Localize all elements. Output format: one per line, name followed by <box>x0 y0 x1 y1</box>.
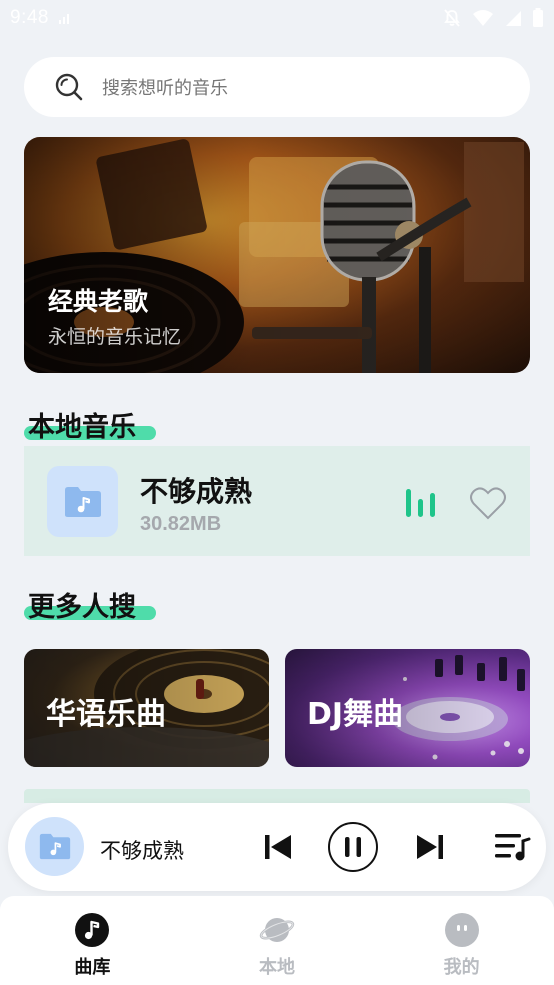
skip-previous-icon <box>265 835 291 859</box>
signal-bars-icon <box>58 12 69 24</box>
cell-signal-icon <box>506 11 521 26</box>
status-bar: 9:48 <box>0 0 554 36</box>
next-button[interactable] <box>416 833 444 861</box>
status-time: 9:48 <box>10 7 49 28</box>
status-icons <box>442 8 544 28</box>
player-track-title: 不够成熟 <box>100 839 184 863</box>
nav-tab-mine[interactable]: 我的 <box>369 896 554 985</box>
track-size: 30.82MB <box>140 513 222 535</box>
previous-button[interactable] <box>264 833 292 861</box>
nav-label: 曲库 <box>74 957 111 978</box>
nav-tab-local[interactable]: 本地 <box>185 896 370 985</box>
search-icon <box>55 73 83 101</box>
playlist-icon <box>495 834 531 861</box>
local-music-heading: 本地音乐 <box>28 412 136 443</box>
nav-tab-library[interactable]: 曲库 <box>0 896 185 985</box>
music-folder-icon <box>39 833 70 860</box>
genre-tile-label: DJ舞曲 <box>307 697 404 732</box>
equalizer-icon <box>406 489 435 517</box>
genre-tile-chinese-songs[interactable]: 华语乐曲 <box>24 649 269 767</box>
bottom-navigation: 曲库 本地 我的 <box>0 896 554 985</box>
track-name: 不够成熟 <box>140 475 253 508</box>
search-bar[interactable]: 搜索想听的音乐 <box>24 57 530 117</box>
planet-icon <box>259 918 295 942</box>
skip-next-icon <box>417 835 443 859</box>
nav-label: 本地 <box>259 957 295 978</box>
mute-icon <box>444 9 460 27</box>
mini-player[interactable]: 不够成熟 <box>8 803 546 891</box>
featured-banner-classic-songs[interactable]: 经典老歌 永恒的音乐记忆 <box>24 137 530 373</box>
local-track-card[interactable]: 不够成熟 30.82MB <box>24 446 530 556</box>
player-thumbnail <box>25 817 84 876</box>
playlist-button[interactable] <box>492 831 532 863</box>
next-card-peek <box>24 789 530 803</box>
search-placeholder: 搜索想听的音乐 <box>102 78 228 99</box>
genre-tile-dj[interactable]: DJ舞曲 <box>285 649 530 767</box>
genre-tile-label: 华语乐曲 <box>46 697 166 732</box>
track-thumbnail <box>47 466 118 537</box>
profile-icon <box>444 913 479 947</box>
play-pause-button[interactable] <box>328 822 378 872</box>
more-searched-heading: 更多人搜 <box>28 592 136 623</box>
pause-icon <box>345 837 361 857</box>
heart-outline-icon[interactable] <box>469 486 507 520</box>
banner-title: 经典老歌 <box>48 287 149 316</box>
music-note-icon <box>75 913 110 947</box>
banner-subtitle: 永恒的音乐记忆 <box>48 326 182 348</box>
wifi-icon <box>473 10 493 26</box>
music-folder-icon <box>64 486 101 517</box>
nav-label: 我的 <box>443 957 480 978</box>
battery-icon <box>533 8 543 27</box>
